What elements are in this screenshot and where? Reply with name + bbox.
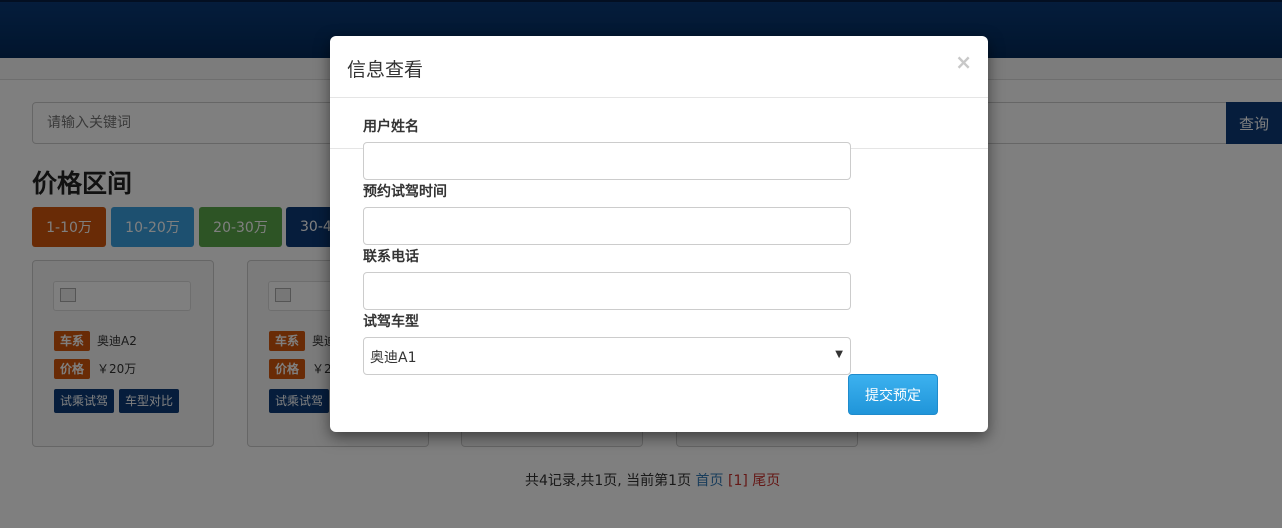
phone-input[interactable] bbox=[363, 272, 851, 310]
car-model-select[interactable]: 奥迪A1 ▼ bbox=[363, 337, 851, 375]
chevron-down-icon: ▼ bbox=[835, 349, 843, 360]
booking-modal: 信息查看 × 用户姓名 预约试驾时间 联系电话 试驾车型 奥迪A1 ▼ 提交预定 bbox=[330, 36, 988, 432]
close-icon[interactable]: × bbox=[955, 50, 972, 74]
modal-title: 信息查看 bbox=[347, 59, 424, 81]
appointment-time-input[interactable] bbox=[363, 207, 851, 245]
phone-label: 联系电话 bbox=[363, 249, 419, 265]
username-input[interactable] bbox=[363, 142, 851, 180]
submit-booking-button[interactable]: 提交预定 bbox=[848, 374, 938, 415]
car-model-selected: 奥迪A1 bbox=[370, 350, 417, 366]
username-label: 用户姓名 bbox=[363, 119, 419, 135]
appointment-time-label: 预约试驾时间 bbox=[363, 184, 447, 200]
modal-header: 信息查看 × bbox=[330, 36, 988, 98]
car-model-label: 试驾车型 bbox=[363, 314, 419, 330]
